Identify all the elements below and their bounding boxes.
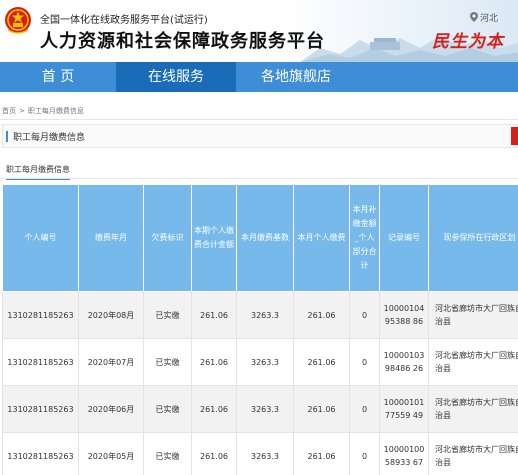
section-accent-bar <box>6 131 8 142</box>
column-header-arrears-flag[interactable]: 欠费标识 <box>143 184 192 292</box>
column-header-region[interactable]: 现参保所在行政区划 <box>428 184 518 292</box>
column-header-contribution-base[interactable]: 本月缴费基数 <box>236 184 294 292</box>
cell-arrears-flag: 已实缴 <box>143 338 192 386</box>
tab-underline-divider <box>0 178 518 179</box>
payment-table: 个人编号 缴费年月 欠费标识 本期个人缴费合计金额 本月缴费基数 本月个人缴费 … <box>2 184 518 475</box>
slogan-calligraphy: 民生为本 <box>432 32 504 52</box>
nav-item-online-services[interactable]: 在线服务 <box>116 62 236 92</box>
table-row[interactable]: 1310281185263 2020年05月 已实缴 261.06 3263.3… <box>2 432 518 475</box>
cell-pay-month: 2020年07月 <box>78 338 144 386</box>
column-header-pay-month[interactable]: 缴费年月 <box>78 184 144 292</box>
national-emblem-icon <box>5 7 31 34</box>
cell-personal-payment: 261.06 <box>293 338 350 386</box>
cell-pay-month: 2020年06月 <box>78 385 144 433</box>
cell-contribution-base: 3263.3 <box>236 338 294 386</box>
cell-supplement-amount: 0 <box>349 291 380 339</box>
column-header-personal-total[interactable]: 本期个人缴费合计金额 <box>191 184 237 292</box>
cell-personal-payment: 261.06 <box>293 291 350 339</box>
cell-supplement-amount: 0 <box>349 338 380 386</box>
site-header: 全国一体化在线政务服务平台(试运行) 人力资源和社会保障政务服务平台 河北 民生… <box>0 0 518 62</box>
nav-item-home[interactable]: 首 页 <box>0 62 116 92</box>
section-header: 职工每月缴费信息 <box>2 124 518 148</box>
cell-region: 河北省廊坊市大厂回族自治县 <box>428 432 518 475</box>
cell-personal-total: 261.06 <box>191 385 237 433</box>
nav-item-local-stores[interactable]: 各地旗舰店 <box>236 62 356 92</box>
breadcrumb-home-link[interactable]: 首页 <box>2 107 16 115</box>
breadcrumb-current: 职工每月缴费信息 <box>27 107 84 115</box>
cell-arrears-flag: 已实缴 <box>143 432 192 475</box>
cell-record-number: 1000010495388 86 <box>379 291 429 339</box>
payment-table-container[interactable]: 个人编号 缴费年月 欠费标识 本期个人缴费合计金额 本月缴费基数 本月个人缴费 … <box>2 184 518 475</box>
region-label: 河北 <box>480 14 499 24</box>
column-header-personal-id[interactable]: 个人编号 <box>2 184 79 292</box>
cell-contribution-base: 3263.3 <box>236 385 294 433</box>
location-pin-icon <box>470 12 478 22</box>
cell-personal-id: 1310281185263 <box>2 291 79 339</box>
cell-personal-payment: 261.06 <box>293 385 350 433</box>
cell-region: 河北省廊坊市大厂回族自治县 <box>428 291 518 339</box>
cell-record-number: 1000010177559 49 <box>379 385 429 433</box>
region-selector[interactable]: 河北 <box>470 11 498 24</box>
main-nav: 首 页 在线服务 各地旗舰店 <box>0 62 518 92</box>
divider <box>0 119 518 120</box>
column-header-supplement-amount[interactable]: 本月补缴金额_个人部分合计 <box>349 184 380 292</box>
cell-personal-payment: 261.06 <box>293 432 350 475</box>
cell-supplement-amount: 0 <box>349 432 380 475</box>
side-action-button[interactable] <box>511 127 518 145</box>
cell-contribution-base: 3263.3 <box>236 432 294 475</box>
table-row[interactable]: 1310281185263 2020年06月 已实缴 261.06 3263.3… <box>2 385 518 433</box>
cell-personal-id: 1310281185263 <box>2 385 79 433</box>
cell-personal-id: 1310281185263 <box>2 432 79 475</box>
table-row[interactable]: 1310281185263 2020年08月 已实缴 261.06 3263.3… <box>2 291 518 339</box>
section-title: 职工每月缴费信息 <box>13 133 86 143</box>
breadcrumb-separator: > <box>19 107 25 115</box>
cell-personal-total: 261.06 <box>191 432 237 475</box>
page-title: 人力资源和社会保障政务服务平台 <box>40 31 325 52</box>
cell-record-number: 1000010398486 26 <box>379 338 429 386</box>
cell-pay-month: 2020年05月 <box>78 432 144 475</box>
column-header-record-number[interactable]: 记录编号 <box>379 184 429 292</box>
table-row[interactable]: 1310281185263 2020年07月 已实缴 261.06 3263.3… <box>2 338 518 386</box>
cell-personal-id: 1310281185263 <box>2 338 79 386</box>
cell-arrears-flag: 已实缴 <box>143 291 192 339</box>
cell-region: 河北省廊坊市大厂回族自治县 <box>428 385 518 433</box>
cell-arrears-flag: 已实缴 <box>143 385 192 433</box>
platform-subtitle: 全国一体化在线政务服务平台(试运行) <box>40 15 208 26</box>
cell-region: 河北省廊坊市大厂回族自治县 <box>428 338 518 386</box>
cell-supplement-amount: 0 <box>349 385 380 433</box>
cell-pay-month: 2020年08月 <box>78 291 144 339</box>
cell-contribution-base: 3263.3 <box>236 291 294 339</box>
cell-record-number: 1000010058933 67 <box>379 432 429 475</box>
cell-personal-total: 261.06 <box>191 338 237 386</box>
column-header-personal-payment[interactable]: 本月个人缴费 <box>293 184 350 292</box>
table-header-row: 个人编号 缴费年月 欠费标识 本期个人缴费合计金额 本月缴费基数 本月个人缴费 … <box>2 184 518 292</box>
cell-personal-total: 261.06 <box>191 291 237 339</box>
breadcrumb: 首页 > 职工每月缴费信息 <box>2 106 87 116</box>
